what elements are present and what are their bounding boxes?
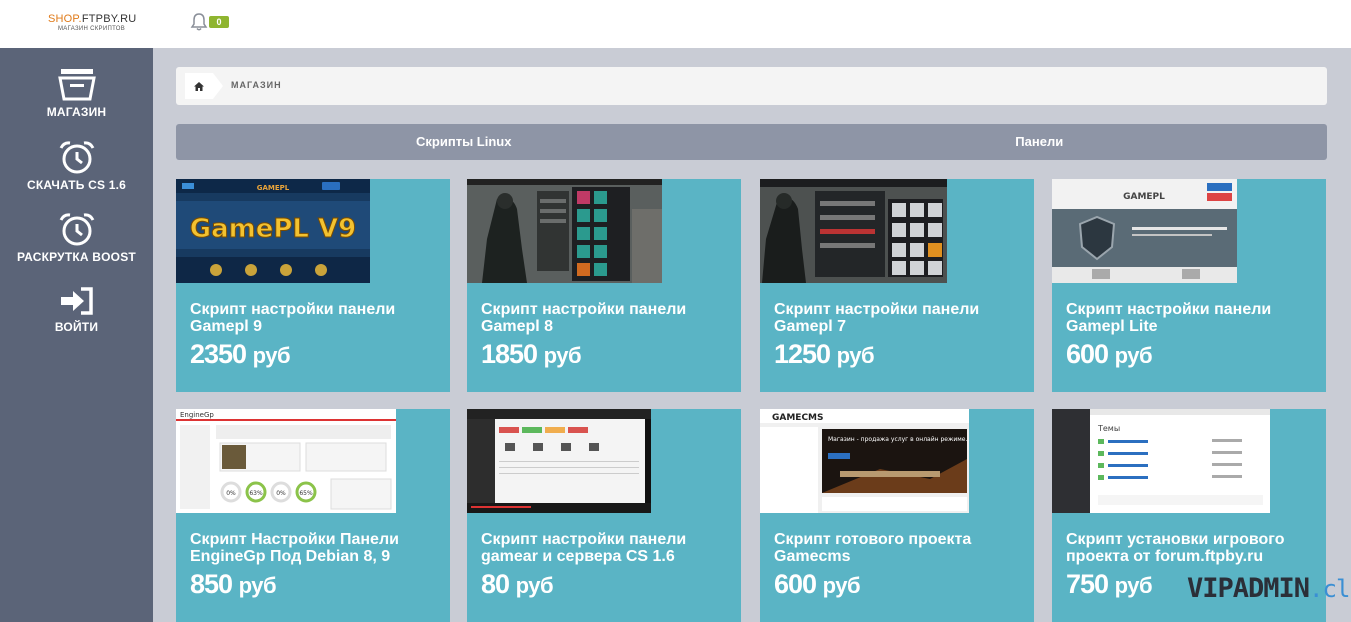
product-price: 850 руб — [190, 569, 277, 600]
basket-icon — [57, 69, 96, 101]
price-currency: руб — [822, 573, 861, 598]
alarm-clock-icon — [59, 213, 94, 246]
svg-text:63%: 63% — [249, 490, 263, 497]
svg-text:0%: 0% — [226, 490, 236, 497]
sidebar-item-label: ВОЙТИ — [54, 320, 99, 334]
svg-text:GAMEPL: GAMEPL — [1123, 192, 1165, 202]
product-thumbnail — [467, 409, 651, 513]
price-value: 2350 — [190, 339, 247, 369]
notification-badge: 0 — [209, 16, 229, 28]
product-title: Скрипт готового проекта Gamecms — [774, 531, 972, 565]
sidebar-item-login[interactable]: ВОЙТИ — [0, 286, 153, 334]
product-title: Скрипт настройки панели gamear и сервера… — [481, 531, 687, 565]
sign-in-icon — [60, 287, 93, 315]
category-tabs: Скрипты Linux Панели — [176, 124, 1327, 160]
sidebar-item-label: СКАЧАТЬ CS 1.6 — [26, 178, 127, 192]
product-price: 750 руб — [1066, 569, 1153, 600]
price-currency: руб — [515, 573, 554, 598]
price-value: 600 — [1066, 339, 1109, 369]
svg-text:GAMECMS: GAMECMS — [772, 413, 824, 423]
breadcrumb: МАГАЗИН — [176, 67, 1327, 105]
product-thumbnail: Темы — [1052, 409, 1270, 513]
sidebar-item-label: РАСКРУТКА BOOST — [17, 250, 136, 264]
site-logo[interactable]: SHOP.FTPBY.RU МАГАЗИН СКРИПТОВ — [48, 13, 158, 34]
home-icon — [194, 81, 204, 91]
product-thumbnail — [467, 179, 662, 283]
price-currency: руб — [238, 573, 277, 598]
price-value: 750 — [1066, 569, 1109, 599]
product-thumbnail: GAMEPL GamePL V9 — [176, 179, 370, 283]
svg-text:GAMEPL: GAMEPL — [257, 184, 290, 192]
product-title: Скрипт настройки панели Gamepl 9 — [190, 301, 396, 335]
price-value: 850 — [190, 569, 233, 599]
product-card[interactable]: GAMEPL Скрипт настройки панели Gamepl Li… — [1052, 179, 1326, 392]
product-title: Скрипт настройки панели Gamepl 7 — [774, 301, 980, 335]
price-currency: руб — [836, 343, 875, 368]
logo-brand: SHOP. — [48, 13, 82, 25]
product-thumbnail: EngineGp 0% 63% 0% 65% — [176, 409, 396, 513]
logo-domain: FTPBY.RU — [81, 13, 137, 25]
watermark-suffix: .club — [1309, 575, 1351, 603]
product-price: 1850 руб — [481, 339, 582, 370]
product-title: Скрипт Настройки Панели EngineGp Под Deb… — [190, 531, 399, 565]
product-card[interactable]: EngineGp 0% 63% 0% 65% Скрипт Настройки … — [176, 409, 450, 622]
product-card[interactable]: GAMEPL GamePL V9 Скрипт настройки панели… — [176, 179, 450, 392]
top-header: SHOP.FTPBY.RU МАГАЗИН СКРИПТОВ 0 — [0, 0, 1351, 48]
product-thumbnail: GAMEPL — [1052, 179, 1237, 283]
alarm-clock-icon — [59, 141, 94, 174]
product-title: Скрипт настройки панели Gamepl Lite — [1066, 301, 1272, 335]
product-thumbnail: GAMECMS Магазин - продажа услуг в онлайн… — [760, 409, 969, 513]
logo-subtitle: МАГАЗИН СКРИПТОВ — [58, 26, 126, 32]
svg-text:Магазин - продажа услуг в онла: Магазин - продажа услуг в онлайн режиме. — [828, 436, 967, 443]
product-price: 80 руб — [481, 569, 554, 600]
product-title: Скрипт настройки панели Gamepl 8 — [481, 301, 687, 335]
sidebar-item-label: МАГАЗИН — [46, 105, 107, 119]
logo-text: SHOP.FTPBY.RU — [48, 13, 158, 25]
sidebar-item-download-cs[interactable]: СКАЧАТЬ CS 1.6 — [0, 140, 153, 192]
svg-text:Темы: Темы — [1097, 424, 1120, 433]
product-card[interactable]: Скрипт настройки панели gamear и сервера… — [467, 409, 741, 622]
price-currency: руб — [543, 343, 582, 368]
sidebar: МАГАЗИН СКАЧАТЬ CS 1.6 РАСКРУТКА BOOST В… — [0, 48, 153, 622]
price-currency: руб — [1114, 573, 1153, 598]
breadcrumb-home[interactable] — [185, 73, 213, 99]
svg-text:0%: 0% — [276, 490, 286, 497]
product-price: 600 руб — [1066, 339, 1153, 370]
watermark: VIPADMIN.club — [1187, 573, 1351, 604]
product-card[interactable]: Скрипт настройки панели Gamepl 8 1850 ру… — [467, 179, 741, 392]
tab-linux-scripts[interactable]: Скрипты Linux — [176, 124, 752, 160]
product-title: Скрипт установки игрового проекта от for… — [1066, 531, 1285, 565]
product-card[interactable]: Скрипт настройки панели Gamepl 7 1250 ру… — [760, 179, 1034, 392]
product-price: 600 руб — [774, 569, 861, 600]
watermark-main: VIPADMIN — [1187, 573, 1310, 604]
svg-text:EngineGp: EngineGp — [180, 411, 214, 419]
sidebar-item-shop[interactable]: МАГАЗИН — [0, 67, 153, 119]
product-price: 2350 руб — [190, 339, 291, 370]
bell-icon[interactable] — [189, 12, 209, 32]
price-value: 1250 — [774, 339, 831, 369]
product-thumbnail — [760, 179, 947, 283]
breadcrumb-current: МАГАЗИН — [231, 80, 282, 90]
product-card[interactable]: GAMECMS Магазин - продажа услуг в онлайн… — [760, 409, 1034, 622]
price-currency: руб — [1114, 343, 1153, 368]
price-value: 600 — [774, 569, 817, 599]
price-value: 1850 — [481, 339, 538, 369]
tab-panels[interactable]: Панели — [752, 124, 1328, 160]
price-value: 80 — [481, 569, 510, 599]
price-currency: руб — [252, 343, 291, 368]
svg-text:65%: 65% — [299, 490, 313, 497]
svg-text:GamePL V9: GamePL V9 — [190, 214, 357, 244]
sidebar-item-boost[interactable]: РАСКРУТКА BOOST — [0, 212, 153, 264]
breadcrumb-separator — [213, 73, 223, 99]
product-price: 1250 руб — [774, 339, 875, 370]
